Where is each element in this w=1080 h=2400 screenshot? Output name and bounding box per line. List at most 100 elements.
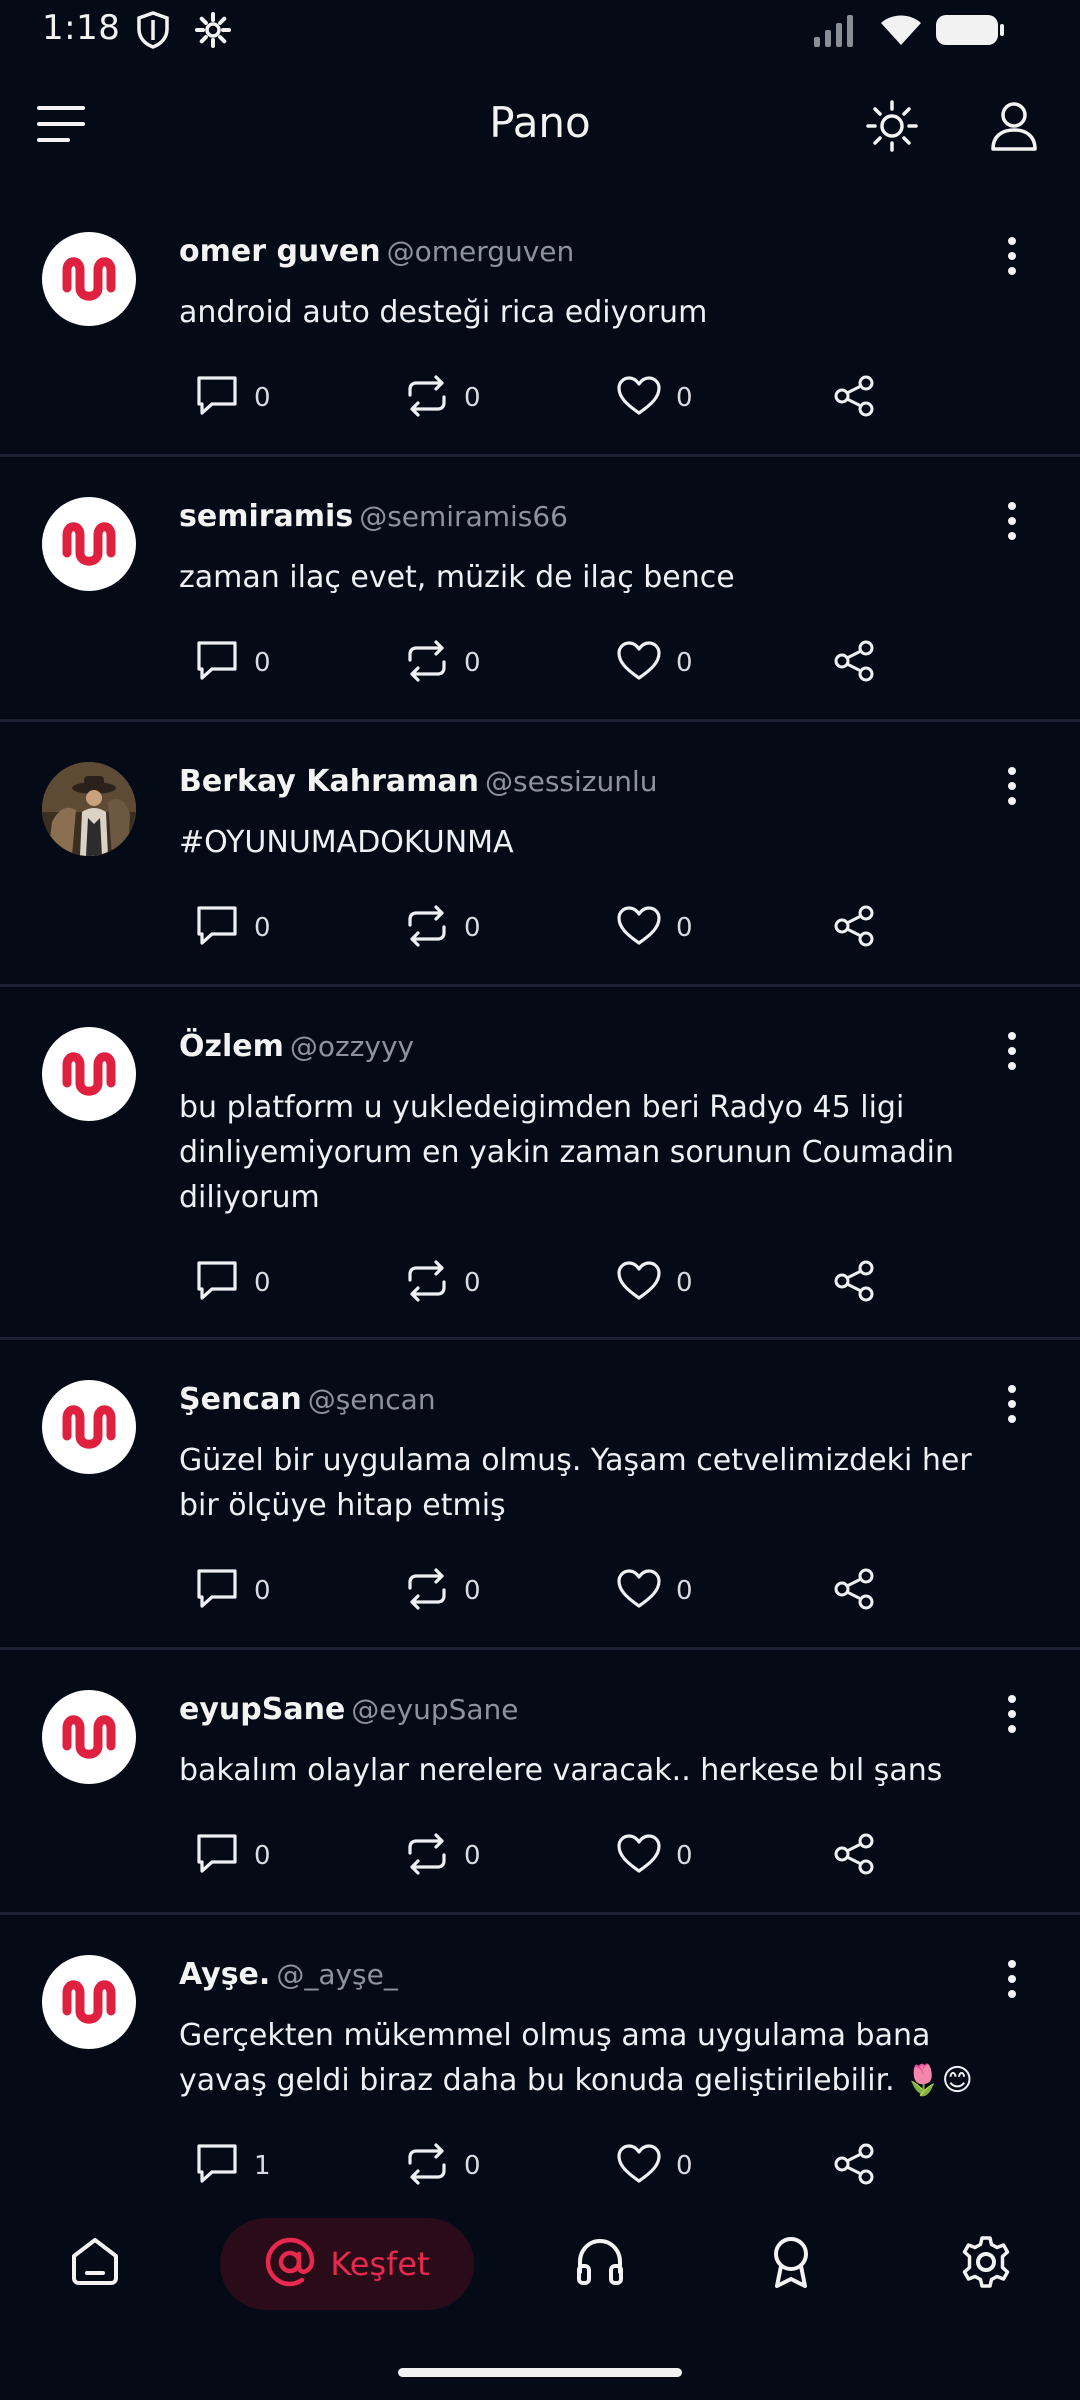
author-name[interactable]: Özlem [179,1029,284,1064]
like-button[interactable]: 0 [616,2141,693,2191]
nav-explore-button[interactable]: Keşfet [220,2218,474,2310]
share-button[interactable] [832,1566,876,1616]
repost-button[interactable]: 0 [404,2141,481,2191]
post-author[interactable]: eyupSane @eyupSane [179,1692,519,1727]
post-text: zaman ilaç evet, müzik de ilaç bence [179,560,735,595]
comment-button[interactable]: 0 [194,1566,271,1616]
repost-icon [404,2143,450,2189]
comment-count: 0 [254,648,271,678]
share-button[interactable] [832,903,876,953]
post-actions: 0 0 0 [0,373,1080,423]
share-icon [832,1259,876,1307]
like-button[interactable]: 0 [616,1831,693,1881]
post-card[interactable]: Berkay Kahraman @sessizunlu #OYUNUMADOKUN… [0,722,1080,987]
post-author[interactable]: semiramis @semiramis66 [179,499,568,534]
comment-icon [194,1832,240,1880]
avatar-logo[interactable] [42,232,136,326]
share-button[interactable] [832,2141,876,2191]
post-author[interactable]: Özlem @ozzyyy [179,1029,414,1064]
author-handle: @sessizunlu [485,765,658,798]
post-text: Gerçekten mükemmel olmuş ama uygulama ba… [179,2018,973,2098]
shield-icon [136,11,170,53]
post-author[interactable]: Şencan @şencan [179,1382,436,1417]
avatar-photo[interactable] [42,762,136,856]
more-options-icon[interactable] [1000,766,1024,810]
repost-count: 0 [464,383,481,413]
author-name[interactable]: Şencan [179,1382,302,1417]
repost-button[interactable]: 0 [404,1566,481,1616]
repost-icon [404,1833,450,1879]
comment-button[interactable]: 0 [194,373,271,423]
share-icon [832,1832,876,1880]
app-header: Pano [0,62,1080,192]
avatar-logo[interactable] [42,1690,136,1784]
more-options-icon[interactable] [1000,236,1024,280]
post-card[interactable]: omer guven @omerguven android auto desteğ… [0,192,1080,457]
avatar-logo[interactable] [42,1027,136,1121]
post-actions: 1 0 0 [0,2141,1080,2191]
post-text: #OYUNUMADOKUNMA [179,825,514,860]
nav-explore-label: Keşfet [330,2245,430,2283]
user-icon[interactable] [990,100,1038,156]
post-actions: 0 0 0 [0,1831,1080,1881]
repost-button[interactable]: 0 [404,903,481,953]
like-count: 0 [676,648,693,678]
comment-button[interactable]: 0 [194,638,271,688]
heart-icon [616,640,662,686]
headphones-icon[interactable] [574,2234,626,2292]
post-card[interactable]: Özlem @ozzyyy bu platform u yukledeigimde… [0,987,1080,1340]
settings-icon[interactable] [958,2234,1014,2294]
author-name[interactable]: Berkay Kahraman [179,764,479,799]
post-card[interactable]: semiramis @semiramis66 zaman ilaç evet, m… [0,457,1080,722]
repost-icon [404,1568,450,1614]
repost-button[interactable]: 0 [404,1258,481,1308]
like-button[interactable]: 0 [616,1566,693,1616]
share-button[interactable] [832,1831,876,1881]
share-button[interactable] [832,638,876,688]
share-icon [832,639,876,687]
share-button[interactable] [832,1258,876,1308]
like-button[interactable]: 0 [616,373,693,423]
sun-icon[interactable] [864,98,920,158]
comment-button[interactable]: 1 [194,2141,271,2191]
post-author[interactable]: Berkay Kahraman @sessizunlu [179,764,658,799]
author-handle: @omerguven [386,235,575,268]
repost-count: 0 [464,648,481,678]
author-name[interactable]: omer guven [179,234,381,269]
author-name[interactable]: eyupSane [179,1692,345,1727]
post-card[interactable]: eyupSane @eyupSane bakalım olaylar nerele… [0,1650,1080,1915]
badge-icon[interactable] [766,2234,816,2294]
more-options-icon[interactable] [1000,1384,1024,1428]
post-actions: 0 0 0 [0,638,1080,688]
like-count: 0 [676,1268,693,1298]
repost-button[interactable]: 0 [404,1831,481,1881]
like-button[interactable]: 0 [616,1258,693,1308]
comment-button[interactable]: 0 [194,903,271,953]
like-button[interactable]: 0 [616,903,693,953]
avatar-logo[interactable] [42,1955,136,2049]
comment-icon [194,374,240,422]
more-options-icon[interactable] [1000,1694,1024,1738]
repost-count: 0 [464,1576,481,1606]
repost-button[interactable]: 0 [404,638,481,688]
comment-button[interactable]: 0 [194,1831,271,1881]
post-author[interactable]: Ayşe. @_ayşe_ [179,1957,398,1992]
like-button[interactable]: 0 [616,638,693,688]
post-card[interactable]: Ayşe. @_ayşe_ Gerçekten mükemmel olmuş am… [0,1915,1080,2215]
author-name[interactable]: semiramis [179,499,353,534]
more-options-icon[interactable] [1000,1031,1024,1075]
author-name[interactable]: Ayşe. [179,1957,270,1992]
home-icon[interactable] [68,2234,122,2292]
more-options-icon[interactable] [1000,501,1024,545]
share-icon [832,374,876,422]
avatar-logo[interactable] [42,497,136,591]
more-options-icon[interactable] [1000,1959,1024,2003]
heart-icon [616,2143,662,2189]
share-button[interactable] [832,373,876,423]
post-card[interactable]: Şencan @şencan Güzel bir uygulama olmuş. … [0,1340,1080,1650]
comment-icon [194,2142,240,2190]
repost-button[interactable]: 0 [404,373,481,423]
avatar-logo[interactable] [42,1380,136,1474]
post-author[interactable]: omer guven @omerguven [179,234,574,269]
comment-button[interactable]: 0 [194,1258,271,1308]
